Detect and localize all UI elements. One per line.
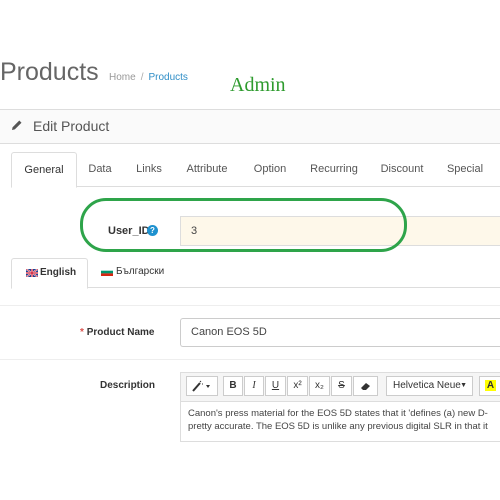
uk-flag-icon <box>26 269 38 277</box>
product-name-input[interactable]: Canon EOS 5D <box>180 318 500 347</box>
italic-button[interactable]: I <box>244 376 264 396</box>
required-marker: * <box>80 327 84 338</box>
description-editor: B I U x² x₂ S Helvetica Neue ▼ A Canon's… <box>180 372 500 442</box>
highlight-outline <box>80 198 407 252</box>
breadcrumb-products[interactable]: Products <box>148 72 187 83</box>
breadcrumb: Home / Products <box>109 72 188 83</box>
bold-button[interactable]: B <box>223 376 243 396</box>
panel-title: Edit Product <box>33 118 110 134</box>
font-name-value: Helvetica Neue <box>393 380 461 391</box>
eraser-button[interactable] <box>353 376 378 396</box>
caret-down-icon: ▼ <box>460 382 467 389</box>
page-title: Products <box>0 58 99 86</box>
tab-attribute[interactable]: Attribute <box>175 152 239 185</box>
panel-heading: Edit Product <box>0 109 500 144</box>
description-line: pretty accurate. The EOS 5D is unlike an… <box>188 421 488 432</box>
strikethrough-button[interactable]: S <box>331 376 352 396</box>
font-color-button[interactable]: A <box>479 376 500 396</box>
tab-discount[interactable]: Discount <box>373 152 431 185</box>
breadcrumb-separator: / <box>140 72 144 83</box>
subscript-button[interactable]: x₂ <box>309 376 330 396</box>
language-tabs: English Български <box>11 258 500 289</box>
tab-data[interactable]: Data <box>77 152 123 185</box>
tab-bar: General Data Links Attribute Option Recu… <box>11 152 500 188</box>
style-dropdown-button[interactable] <box>186 376 218 396</box>
font-name-dropdown[interactable]: Helvetica Neue ▼ <box>386 376 473 396</box>
breadcrumb-home[interactable]: Home <box>109 72 136 83</box>
language-bulgarian-label: Български <box>116 266 165 277</box>
tab-special[interactable]: Special <box>439 152 491 185</box>
superscript-button[interactable]: x² <box>287 376 308 396</box>
bulgaria-flag-icon <box>101 268 113 276</box>
magic-wand-icon <box>192 380 210 392</box>
description-line: Canon's press material for the EOS 5D st… <box>188 408 488 419</box>
divider <box>0 359 500 360</box>
pencil-icon <box>11 118 23 136</box>
product-name-label-text: Product Name <box>86 327 155 338</box>
tab-language-english[interactable]: English <box>11 258 88 289</box>
tab-links[interactable]: Links <box>125 152 173 185</box>
tab-general[interactable]: General <box>11 152 77 188</box>
tab-language-bulgarian[interactable]: Български <box>99 258 179 286</box>
description-content[interactable]: Canon's press material for the EOS 5D st… <box>188 407 500 433</box>
tab-recurring[interactable]: Recurring <box>303 152 365 185</box>
divider <box>0 305 500 306</box>
description-label: Description <box>100 380 156 391</box>
eraser-icon <box>360 383 370 390</box>
tab-option[interactable]: Option <box>245 152 295 185</box>
product-name-label: * Product Name <box>80 327 154 338</box>
editor-toolbar: B I U x² x₂ S Helvetica Neue ▼ A <box>181 373 500 402</box>
language-english-label: English <box>40 267 77 278</box>
underline-button[interactable]: U <box>265 376 286 396</box>
admin-annotation: Admin <box>230 74 286 96</box>
font-color-swatch: A <box>485 380 496 391</box>
